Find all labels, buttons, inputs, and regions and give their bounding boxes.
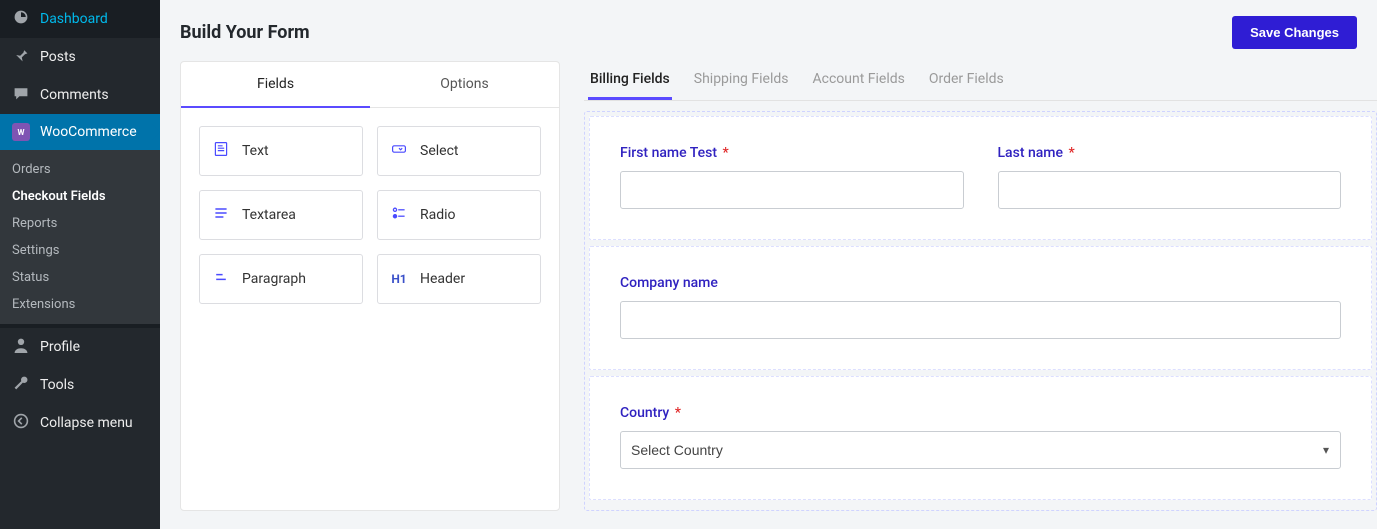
form-block-company[interactable]: Company name <box>589 246 1372 370</box>
field-type-text[interactable]: Text <box>199 126 363 176</box>
text-icon <box>212 141 230 161</box>
wrench-icon <box>12 375 30 395</box>
field-type-label: Header <box>420 271 465 287</box>
sidebar-item-profile[interactable]: Profile <box>0 328 160 366</box>
tab-billing-fields[interactable]: Billing Fields <box>588 61 672 100</box>
user-icon <box>12 337 30 357</box>
header-icon: H1 <box>390 272 408 286</box>
country-label: Country * <box>620 405 1341 421</box>
woo-submenu: Orders Checkout Fields Reports Settings … <box>0 150 160 324</box>
admin-sidebar: Dashboard Posts Comments W WooCommerce O… <box>0 0 160 529</box>
page-header: Build Your Form Save Changes <box>160 16 1377 61</box>
paragraph-icon <box>212 269 230 289</box>
first-name-label: First name Test * <box>620 145 964 161</box>
sidebar-item-label: Tools <box>40 377 74 393</box>
tab-order-fields[interactable]: Order Fields <box>927 61 1006 100</box>
field-type-paragraph[interactable]: Paragraph <box>199 254 363 304</box>
form-block-country[interactable]: Country * Select Country <box>589 376 1372 500</box>
sidebar-item-comments[interactable]: Comments <box>0 76 160 114</box>
field-type-label: Paragraph <box>242 271 306 287</box>
collapse-icon <box>12 413 30 433</box>
field-type-label: Radio <box>420 207 456 223</box>
last-name-label: Last name * <box>998 145 1342 161</box>
sidebar-item-label: Profile <box>40 339 80 355</box>
sidebar-sub-orders[interactable]: Orders <box>0 156 160 183</box>
required-asterisk: * <box>723 145 729 161</box>
page-title: Build Your Form <box>180 22 310 43</box>
sidebar-item-label: Dashboard <box>40 11 108 27</box>
sidebar-item-collapse[interactable]: Collapse menu <box>0 404 160 442</box>
last-name-input[interactable] <box>998 171 1342 209</box>
radio-icon <box>390 205 408 225</box>
label-text: Last name <box>998 145 1064 161</box>
tab-account-fields[interactable]: Account Fields <box>810 61 906 100</box>
first-name-input[interactable] <box>620 171 964 209</box>
builder-tabs: Billing Fields Shipping Fields Account F… <box>584 61 1377 101</box>
form-canvas: First name Test * Last name * <box>584 111 1377 511</box>
textarea-icon <box>212 205 230 225</box>
select-icon <box>390 141 408 161</box>
main-content: Build Your Form Save Changes Fields Opti… <box>160 0 1377 529</box>
sidebar-item-tools[interactable]: Tools <box>0 366 160 404</box>
sidebar-sub-settings[interactable]: Settings <box>0 237 160 264</box>
sidebar-item-label: Collapse menu <box>40 415 133 431</box>
required-asterisk: * <box>675 405 681 421</box>
sidebar-sub-reports[interactable]: Reports <box>0 210 160 237</box>
sidebar-item-woocommerce[interactable]: W WooCommerce <box>0 114 160 150</box>
sidebar-sub-status[interactable]: Status <box>0 264 160 291</box>
dashboard-icon <box>12 9 30 29</box>
sidebar-sub-checkout-fields[interactable]: Checkout Fields <box>0 183 160 210</box>
field-type-select[interactable]: Select <box>377 126 541 176</box>
sidebar-item-posts[interactable]: Posts <box>0 38 160 76</box>
field-type-label: Textarea <box>242 207 296 223</box>
tab-shipping-fields[interactable]: Shipping Fields <box>692 61 791 100</box>
save-button[interactable]: Save Changes <box>1232 16 1357 49</box>
company-input[interactable] <box>620 301 1341 339</box>
palette-tab-fields[interactable]: Fields <box>181 62 370 108</box>
field-type-radio[interactable]: Radio <box>377 190 541 240</box>
field-type-grid: Text Select Textarea <box>181 108 559 322</box>
label-text: First name Test <box>620 145 717 161</box>
required-asterisk: * <box>1068 145 1074 161</box>
pin-icon <box>12 47 30 67</box>
company-label: Company name <box>620 275 1341 291</box>
form-block-names[interactable]: First name Test * Last name * <box>589 116 1372 240</box>
woo-icon: W <box>12 123 30 141</box>
label-text: Company name <box>620 275 718 291</box>
sidebar-sub-extensions[interactable]: Extensions <box>0 291 160 318</box>
fields-palette: Fields Options Text Select <box>180 61 560 511</box>
label-text: Country <box>620 405 669 421</box>
sidebar-item-label: Posts <box>40 49 76 65</box>
field-type-label: Select <box>420 143 458 159</box>
palette-tabs: Fields Options <box>181 62 559 108</box>
field-type-header[interactable]: H1 Header <box>377 254 541 304</box>
form-builder: Billing Fields Shipping Fields Account F… <box>584 61 1377 511</box>
palette-tab-options[interactable]: Options <box>370 62 559 108</box>
field-type-textarea[interactable]: Textarea <box>199 190 363 240</box>
field-type-label: Text <box>242 143 269 159</box>
comment-icon <box>12 85 30 105</box>
country-select[interactable]: Select Country <box>620 431 1341 469</box>
sidebar-item-dashboard[interactable]: Dashboard <box>0 0 160 38</box>
sidebar-item-label: WooCommerce <box>40 124 137 140</box>
sidebar-item-label: Comments <box>40 87 109 103</box>
